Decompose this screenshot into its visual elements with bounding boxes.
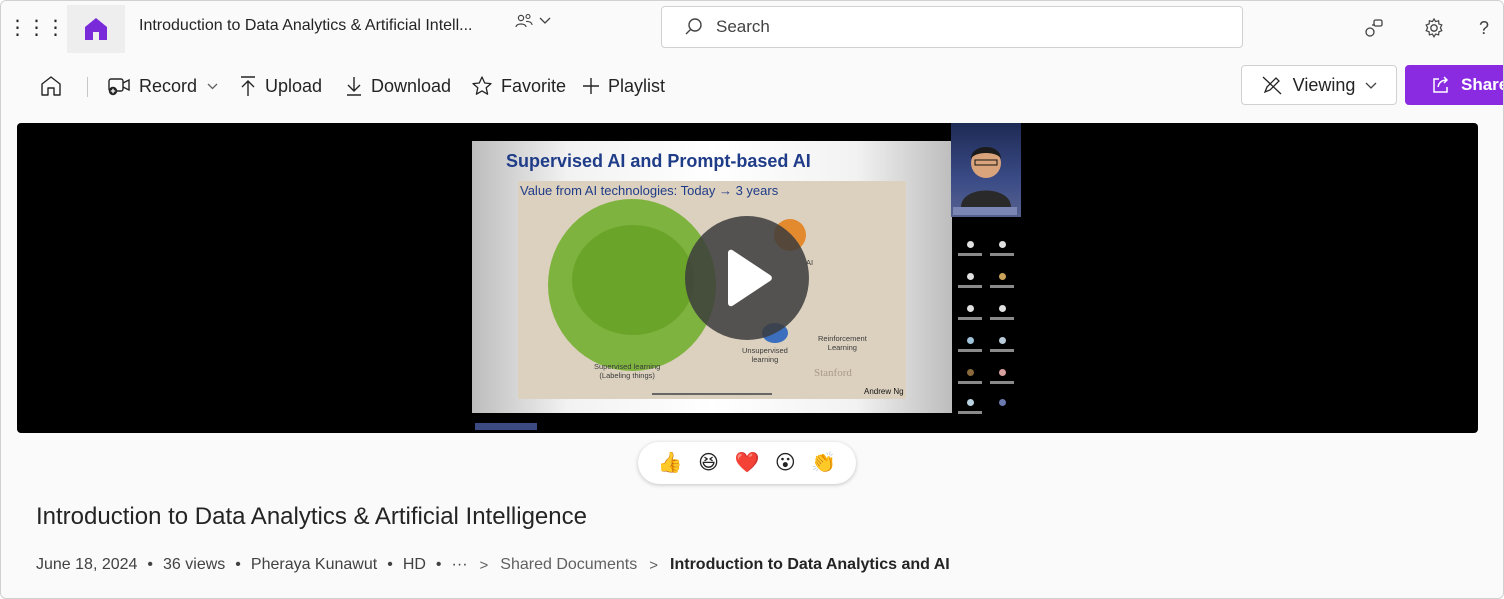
stanford-watermark: Stanford	[814, 367, 852, 379]
play-icon	[728, 249, 772, 307]
pen-off-icon	[1262, 76, 1282, 95]
star-icon	[472, 76, 492, 95]
plus-icon	[583, 78, 599, 94]
slide-author: Andrew Ng	[864, 387, 904, 396]
video-title: Introduction to Data Analytics & Artific…	[36, 503, 587, 530]
play-button[interactable]	[685, 216, 809, 340]
participant-tile	[987, 337, 1017, 352]
chevron-right-icon: >	[479, 556, 489, 574]
search-input[interactable]	[716, 17, 1186, 37]
share-button[interactable]: Share	[1405, 65, 1504, 105]
reaction-clap[interactable]: 👏	[811, 453, 836, 473]
chevron-down-icon	[207, 83, 218, 89]
breadcrumb-current: Introduction to Data Analytics and AI	[670, 556, 950, 573]
unsupervised-label: Unsupervised learning	[742, 346, 788, 364]
chevron-right-icon: >	[649, 556, 659, 574]
participant-tile	[955, 337, 985, 352]
supervised-label: Supervised learning (Labeling things)	[594, 362, 661, 380]
participant-tile	[955, 241, 985, 256]
help-button[interactable]: ?	[1479, 13, 1503, 43]
favorite-label: Favorite	[501, 75, 567, 96]
search-box[interactable]	[661, 6, 1243, 48]
playlist-button[interactable]: Playlist	[582, 69, 665, 103]
presenter-name-tag	[953, 207, 1017, 215]
breadcrumb-shared-documents[interactable]: Shared Documents	[500, 556, 637, 574]
participant-tile	[955, 305, 985, 320]
home-app-icon	[85, 18, 107, 40]
top-bar: ⋮⋮⋮ Introduction to Data Analytics & Art…	[1, 1, 1503, 55]
people-icon[interactable]	[515, 13, 533, 29]
meta-separator: •	[387, 556, 393, 573]
video-metadata: June 18, 2024 • 36 views • Pheraya Kunaw…	[36, 556, 950, 574]
stream-window: ⋮⋮⋮ Introduction to Data Analytics & Art…	[0, 0, 1504, 599]
video-tab-title: Introduction to Data Analytics & Artific…	[139, 17, 473, 34]
record-icon	[108, 78, 130, 96]
breadcrumb-more-button[interactable]: ···	[452, 556, 468, 574]
search-icon	[685, 18, 702, 35]
app-launcher-icon[interactable]: ⋮⋮⋮	[8, 5, 66, 49]
download-icon	[347, 77, 361, 96]
participant-tile	[987, 241, 1017, 256]
viewing-mode-button[interactable]: Viewing	[1241, 65, 1397, 105]
speaker-name-tag	[475, 423, 537, 430]
meta-separator: •	[435, 556, 442, 573]
participant-tile	[955, 369, 985, 384]
share-label: Share	[1461, 75, 1504, 94]
viewing-label: Viewing	[1292, 74, 1356, 95]
slide-title: Supervised AI and Prompt-based AI	[506, 151, 811, 171]
record-button[interactable]: Record	[107, 69, 218, 103]
participant-tile	[955, 273, 985, 288]
meta-separator: •	[147, 556, 154, 573]
reaction-bar: 👍 😆 ❤️ 😮 👏	[638, 442, 856, 484]
favorite-button[interactable]: Favorite	[471, 69, 566, 103]
playlist-label: Playlist	[608, 75, 666, 96]
home-icon	[41, 76, 61, 96]
home-button[interactable]	[39, 69, 63, 103]
settings-button[interactable]	[1419, 13, 1449, 43]
presenter-avatar	[961, 147, 1011, 207]
supervised-inner-circle	[572, 225, 694, 335]
upload-icon	[241, 76, 255, 96]
connections-icon	[1365, 19, 1383, 37]
chevron-down-icon[interactable]	[539, 17, 551, 25]
reaction-thumbs-up[interactable]: 👍	[658, 453, 683, 473]
chevron-down-icon	[1365, 82, 1377, 89]
download-label: Download	[371, 75, 452, 96]
upload-date: June 18, 2024	[36, 556, 138, 573]
reaction-laugh[interactable]: 😆	[698, 453, 719, 473]
reinforcement-label: Reinforcement Learning	[818, 334, 867, 352]
view-count: 36 views	[163, 556, 226, 573]
quality-badge: HD	[402, 556, 426, 573]
slide-subtitle: Value from AI technologies: Today → 3 ye…	[520, 183, 779, 198]
title-actions	[515, 13, 551, 29]
stream-home-button[interactable]	[67, 5, 125, 53]
record-label: Record	[139, 75, 198, 96]
slide-progress-line	[652, 393, 772, 395]
gear-icon	[1425, 17, 1443, 38]
reaction-surprised[interactable]: 😮	[775, 453, 796, 473]
participant-tile	[987, 273, 1017, 288]
upload-button[interactable]: Upload	[239, 69, 322, 103]
toolbar-divider	[87, 77, 88, 97]
connections-button[interactable]	[1359, 13, 1389, 43]
participant-tile	[987, 369, 1017, 384]
participant-tile	[955, 399, 985, 414]
download-button[interactable]: Download	[345, 69, 451, 103]
share-icon	[1433, 76, 1449, 93]
participant-tile	[987, 305, 1017, 320]
meta-separator: •	[235, 556, 241, 573]
upload-label: Upload	[265, 75, 323, 96]
video-player[interactable]: Supervised AI and Prompt-based AI Value …	[17, 123, 1478, 433]
owner-name[interactable]: Pheraya Kunawut	[251, 556, 377, 574]
participant-tile	[987, 399, 1017, 406]
reaction-heart[interactable]: ❤️	[735, 453, 760, 473]
command-bar: Record Upload Download Favorite Playlist…	[1, 61, 1504, 111]
presenter-webcam	[951, 123, 1021, 217]
